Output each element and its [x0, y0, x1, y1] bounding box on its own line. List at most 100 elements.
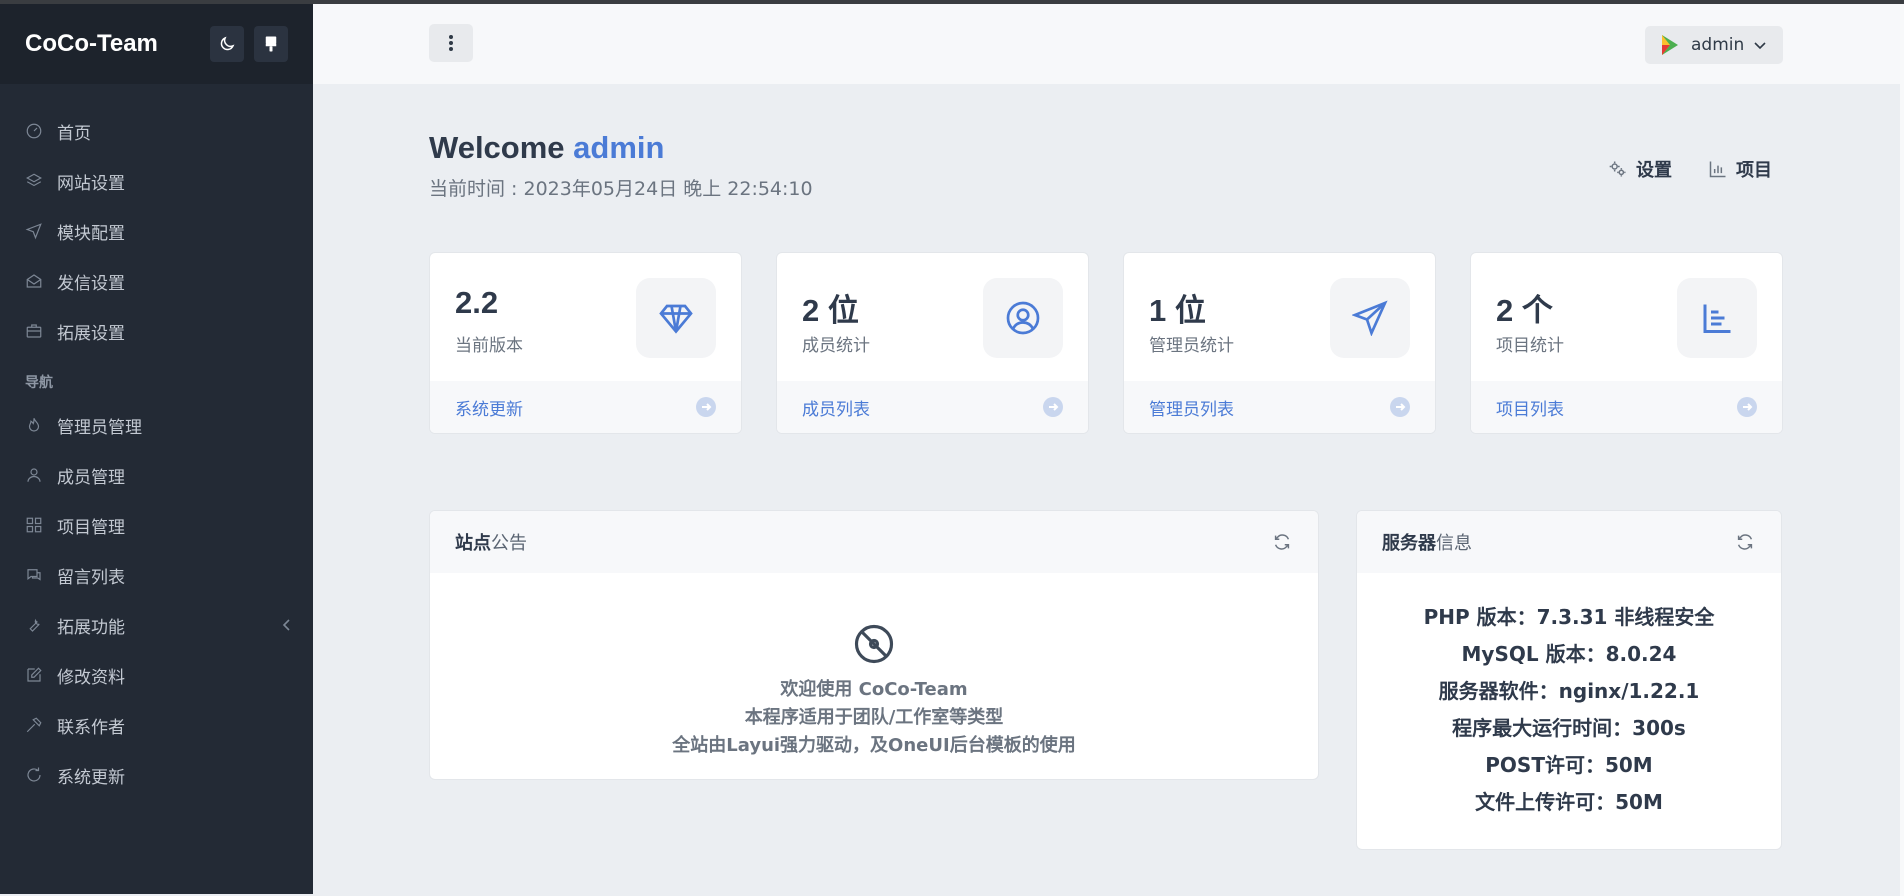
sidebar-item-label: 模块配置: [57, 223, 125, 244]
page-title: Welcome admin: [429, 130, 813, 166]
header-username: admin: [1691, 35, 1745, 55]
sidebar-nav: 首页 网站设置 模块配置 发信设置 拓展设置 导航 管理员管理 成员管理 项目管…: [0, 84, 313, 800]
sidebar-item-extensions[interactable]: 拓展功能: [0, 600, 313, 650]
panel-title-bold: 服务器: [1382, 533, 1436, 554]
sidebar-item-label: 网站设置: [57, 173, 125, 194]
arrow-right-icon: [1043, 397, 1063, 417]
sidebar-item-extension-settings[interactable]: 拓展设置: [0, 306, 313, 356]
sidebar-header: CoCo-Team: [0, 4, 313, 84]
quick-projects-label: 项目: [1736, 160, 1772, 181]
sidebar-item-system-update[interactable]: 系统更新: [0, 750, 313, 800]
brand-logo[interactable]: CoCo-Team: [25, 30, 200, 58]
sidebar-item-site-settings[interactable]: 网站设置: [0, 156, 313, 206]
notice-line: 欢迎使用 CoCo-Team: [780, 679, 968, 700]
compact-disc-icon: [854, 624, 894, 664]
sidebar-item-edit-profile[interactable]: 修改资料: [0, 650, 313, 700]
cogs-icon: [1609, 161, 1626, 177]
sidebar-item-label: 首页: [57, 123, 91, 144]
vertical-dots-icon: [449, 35, 453, 51]
site-notice-panel: 站点 公告 欢迎使用 CoCo-Team 本程序适用于团队/工作室等类型 全站由L…: [429, 510, 1319, 780]
server-info-line: MySQL 版本：8.0.24: [1461, 642, 1677, 666]
chart-bar-icon: [1677, 278, 1757, 358]
stat-label: 项目统计: [1496, 336, 1564, 356]
current-time: 当前时间 : 2023年05月24日 晚上 22:54:10: [429, 178, 813, 200]
sidebar-item-home[interactable]: 首页: [0, 106, 313, 156]
layers-icon: [25, 172, 43, 190]
refresh-icon[interactable]: [1734, 531, 1756, 553]
scrollbar-track[interactable]: [1900, 0, 1904, 896]
sidebar-item-member-management[interactable]: 成员管理: [0, 450, 313, 500]
mail-open-icon: [25, 272, 43, 290]
options-menu-button[interactable]: [429, 24, 473, 62]
welcome-prefix: Welcome: [429, 130, 565, 165]
grid-icon: [25, 516, 43, 534]
user-circle-icon: [983, 278, 1063, 358]
server-info-line: 文件上传许可：50M: [1475, 790, 1663, 814]
comments-icon: [25, 566, 43, 584]
admin-list-link[interactable]: 管理员列表: [1124, 381, 1435, 433]
arrow-right-icon: [1390, 397, 1410, 417]
server-info-line: 服务器软件：nginx/1.22.1: [1438, 679, 1700, 703]
stat-card-members: 2 位 成员统计 成员列表: [776, 252, 1089, 434]
stat-card-version: 2.2 当前版本 系统更新: [429, 252, 742, 434]
server-info-line: POST许可：50M: [1485, 753, 1653, 777]
server-info-panel: 服务器 信息 PHP 版本：7.3.31 非线程安全 MySQL 版本：8.0.2…: [1356, 510, 1782, 850]
quick-projects-link[interactable]: 项目: [1708, 156, 1772, 182]
hammer-icon: [25, 716, 43, 734]
panel-title-rest: 公告: [491, 533, 527, 554]
stat-value: 1 位: [1149, 293, 1206, 328]
stat-link-label: 成员列表: [802, 399, 870, 420]
project-list-link[interactable]: 项目列表: [1471, 381, 1782, 433]
server-info-line: PHP 版本：7.3.31 非线程安全: [1423, 605, 1715, 629]
sidebar: CoCo-Team 首页 网站设置 模块配置 发信设置 拓展设置 导航 管理员管…: [0, 4, 313, 894]
sidebar-item-label: 留言列表: [57, 567, 125, 588]
sidebar-item-label: 联系作者: [57, 717, 125, 738]
sidebar-item-mail-settings[interactable]: 发信设置: [0, 256, 313, 306]
stat-value: 2 个: [1496, 293, 1553, 328]
sidebar-item-label: 管理员管理: [57, 417, 142, 438]
top-header: admin: [313, 4, 1900, 84]
stat-value: 2 位: [802, 293, 859, 328]
sidebar-item-messages[interactable]: 留言列表: [0, 550, 313, 600]
welcome-section: Welcome admin 当前时间 : 2023年05月24日 晚上 22:5…: [429, 130, 813, 201]
stat-card-projects: 2 个 项目统计 项目列表: [1470, 252, 1783, 434]
system-update-link[interactable]: 系统更新: [430, 381, 741, 433]
server-info-line: 程序最大运行时间：300s: [1452, 716, 1686, 740]
send-icon: [25, 222, 43, 240]
paint-brush-icon: [265, 36, 277, 52]
sidebar-item-label: 项目管理: [57, 517, 125, 538]
chevron-left-icon: [281, 617, 293, 637]
stat-label: 当前版本: [455, 336, 523, 356]
sidebar-item-module-config[interactable]: 模块配置: [0, 206, 313, 256]
panel-title-bold: 站点: [455, 533, 491, 554]
toolbox-icon: [25, 322, 43, 340]
member-list-link[interactable]: 成员列表: [777, 381, 1088, 433]
quick-settings-link[interactable]: 设置: [1608, 156, 1672, 182]
theme-brush-button[interactable]: [254, 26, 288, 62]
edit-icon: [25, 666, 43, 684]
stat-link-label: 项目列表: [1496, 399, 1564, 420]
server-info-body: PHP 版本：7.3.31 非线程安全 MySQL 版本：8.0.24 服务器软…: [1357, 573, 1781, 821]
diamond-icon: [636, 278, 716, 358]
moon-icon: [220, 36, 235, 51]
user-icon: [25, 466, 43, 484]
panel-header: 服务器 信息: [1357, 511, 1781, 573]
dark-mode-toggle[interactable]: [210, 26, 244, 62]
sidebar-item-label: 成员管理: [57, 467, 125, 488]
chevron-down-icon: [1754, 42, 1766, 50]
sidebar-item-contact-author[interactable]: 联系作者: [0, 700, 313, 750]
stat-label: 管理员统计: [1149, 336, 1234, 356]
quick-settings-label: 设置: [1636, 160, 1672, 181]
stat-value: 2.2: [455, 285, 499, 320]
stat-card-admins: 1 位 管理员统计 管理员列表: [1123, 252, 1436, 434]
sidebar-item-label: 拓展功能: [57, 617, 125, 638]
user-menu-button[interactable]: admin: [1645, 26, 1783, 64]
notice-line: 本程序适用于团队/工作室等类型: [744, 707, 1004, 728]
sidebar-item-label: 拓展设置: [57, 323, 125, 344]
refresh-icon[interactable]: [1271, 531, 1293, 553]
sidebar-item-admin-management[interactable]: 管理员管理: [0, 400, 313, 450]
sidebar-item-project-management[interactable]: 项目管理: [0, 500, 313, 550]
panel-title-rest: 信息: [1436, 533, 1472, 554]
nav-section-heading: 导航: [25, 375, 53, 391]
avatar: [1662, 35, 1678, 55]
